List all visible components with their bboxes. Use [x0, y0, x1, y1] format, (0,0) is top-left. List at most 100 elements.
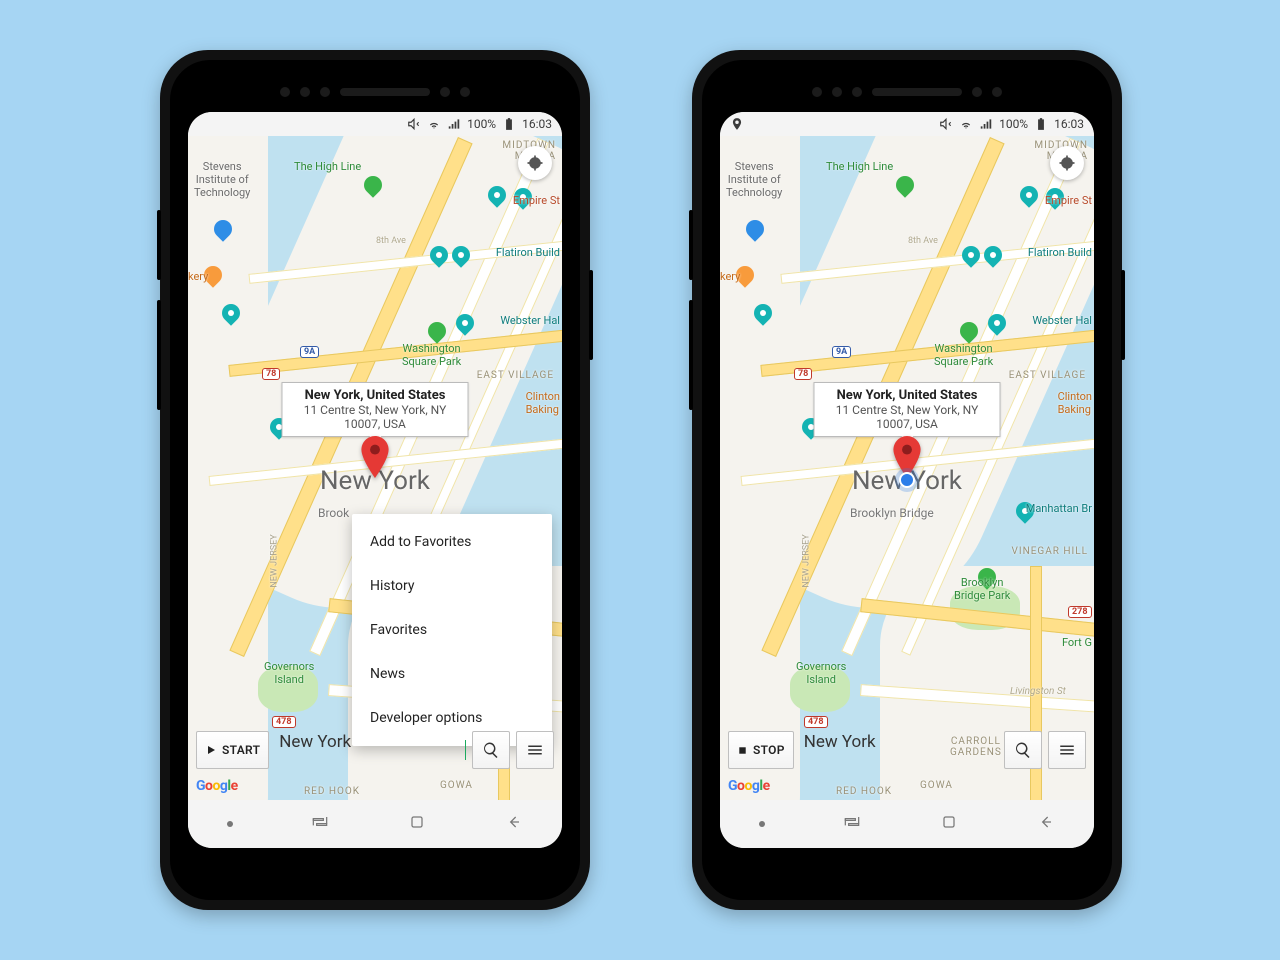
manhattanbr-label: Manhattan Br: [1026, 502, 1092, 515]
volume-down-button[interactable]: [689, 300, 693, 410]
eastvillage-label: EAST VILLAGE: [477, 370, 554, 381]
power-button[interactable]: [1121, 270, 1125, 360]
wsp-label: Washington Square Park: [934, 342, 993, 368]
brook-label: Brook: [318, 506, 349, 520]
battery-icon: [502, 117, 516, 131]
search-button[interactable]: [1004, 731, 1042, 769]
nav-assistant-dot[interactable]: [227, 821, 233, 827]
bakery-label: kery: [188, 270, 208, 283]
flatiron-label: Flatiron Build: [496, 246, 560, 259]
webster-label: Webster Hal: [1032, 314, 1092, 327]
map-canvas[interactable]: 9A 78 478 278 MIDTOWN MANHA Stevens Inst…: [720, 136, 1094, 800]
nav-home-button[interactable]: [407, 812, 427, 836]
callout-subtitle: 11 Centre St, New York, NY 10007, USA: [825, 403, 990, 431]
vinegar-label: VINEGAR HILL: [1011, 546, 1088, 557]
current-location-dot: [899, 472, 915, 488]
menu-news[interactable]: News: [352, 652, 552, 696]
status-time: 16:03: [522, 117, 552, 131]
power-button[interactable]: [589, 270, 593, 360]
map-canvas[interactable]: 9A 78 478 MIDTOWN MANHA Stevens Institut…: [188, 136, 562, 800]
phone-sensors: [170, 74, 580, 110]
battery-pct: 100%: [999, 117, 1028, 131]
app-bottom-bar: STOP New York: [728, 730, 1086, 770]
google-logo: Google: [196, 778, 238, 794]
menu-button[interactable]: [1048, 731, 1086, 769]
mute-icon: [939, 117, 953, 131]
stop-button[interactable]: STOP: [728, 731, 794, 769]
route-9a-shield: 9A: [300, 346, 319, 358]
volume-up-button[interactable]: [689, 210, 693, 280]
search-button[interactable]: [472, 731, 510, 769]
search-input[interactable]: New York: [800, 732, 998, 768]
nj-label: NEW JERSEY: [802, 534, 812, 587]
location-callout[interactable]: New York, United States 11 Centre St, Ne…: [814, 382, 1001, 437]
search-input[interactable]: New York: [275, 732, 465, 768]
status-time: 16:03: [1054, 117, 1084, 131]
webster-label: Webster Hal: [500, 314, 560, 327]
menu-button[interactable]: [516, 731, 554, 769]
callout-title: New York, United States: [293, 388, 458, 403]
nav-assistant-dot[interactable]: [759, 821, 765, 827]
callout-title: New York, United States: [825, 388, 990, 403]
my-location-button[interactable]: [1050, 146, 1084, 180]
empire-label: Empire St: [513, 194, 560, 207]
battery-icon: [1034, 117, 1048, 131]
gowa-label: GOWA: [920, 780, 953, 791]
nav-recents-button[interactable]: [842, 812, 862, 836]
wifi-icon: [427, 117, 441, 131]
nj-label: NEW JERSEY: [270, 534, 280, 587]
my-location-button[interactable]: [518, 146, 552, 180]
empire-label: Empire St: [1045, 194, 1092, 207]
stop-button-label: STOP: [753, 743, 785, 757]
signal-icon: [447, 117, 461, 131]
wifi-icon: [959, 117, 973, 131]
nav-back-button[interactable]: [1036, 812, 1056, 836]
status-bar: 100% 16:03: [188, 112, 562, 136]
8th-ave-label: 8th Ave: [908, 236, 938, 246]
bakery-label: kery: [720, 270, 740, 283]
nav-back-button[interactable]: [504, 812, 524, 836]
location-active-icon: [730, 117, 744, 131]
i78-shield: 78: [262, 368, 280, 380]
mute-icon: [407, 117, 421, 131]
gov-label: Governors Island: [264, 660, 314, 686]
menu-add-favorites[interactable]: Add to Favorites: [352, 520, 552, 564]
volume-down-button[interactable]: [157, 300, 161, 410]
eastvillage-label: EAST VILLAGE: [1009, 370, 1086, 381]
wsp-label: Washington Square Park: [402, 342, 461, 368]
redhook-label: RED HOOK: [836, 786, 892, 797]
start-button[interactable]: START: [196, 731, 269, 769]
gov-label: Governors Island: [796, 660, 846, 686]
fortg-label: Fort G: [1062, 636, 1092, 649]
flatiron-label: Flatiron Build: [1028, 246, 1092, 259]
status-bar: 100% 16:03: [720, 112, 1094, 136]
nav-home-button[interactable]: [939, 812, 959, 836]
phone-left: 100% 16:03: [160, 50, 590, 910]
map-pin-icon[interactable]: [360, 436, 390, 478]
highline-label: The High Line: [826, 160, 893, 173]
i278-shield: 278: [1068, 606, 1092, 618]
start-button-label: START: [222, 743, 260, 757]
highline-label: The High Line: [294, 160, 361, 173]
bkbridge-label: Brooklyn Bridge: [850, 506, 934, 520]
bbp-label: Brooklyn Bridge Park: [954, 576, 1010, 602]
menu-history[interactable]: History: [352, 564, 552, 608]
clinton-label: Clinton Baking: [1058, 390, 1092, 416]
menu-favorites[interactable]: Favorites: [352, 608, 552, 652]
app-bottom-bar: START New York: [196, 730, 554, 770]
gowa-label: GOWA: [440, 780, 473, 791]
i478-shield: 478: [804, 716, 828, 728]
i478-shield: 478: [272, 716, 296, 728]
nav-recents-button[interactable]: [310, 812, 330, 836]
route-9a-shield: 9A: [832, 346, 851, 358]
stevens-label: Stevens Institute of Technology: [194, 160, 250, 199]
volume-up-button[interactable]: [157, 210, 161, 280]
i78-shield: 78: [794, 368, 812, 380]
signal-icon: [979, 117, 993, 131]
text-cursor: [465, 740, 466, 760]
google-logo: Google: [728, 778, 770, 794]
location-callout[interactable]: New York, United States 11 Centre St, Ne…: [282, 382, 469, 437]
android-nav-bar: [188, 800, 562, 848]
phone-sensors: [702, 74, 1112, 110]
livingston-label: Livingston St: [1010, 686, 1066, 697]
